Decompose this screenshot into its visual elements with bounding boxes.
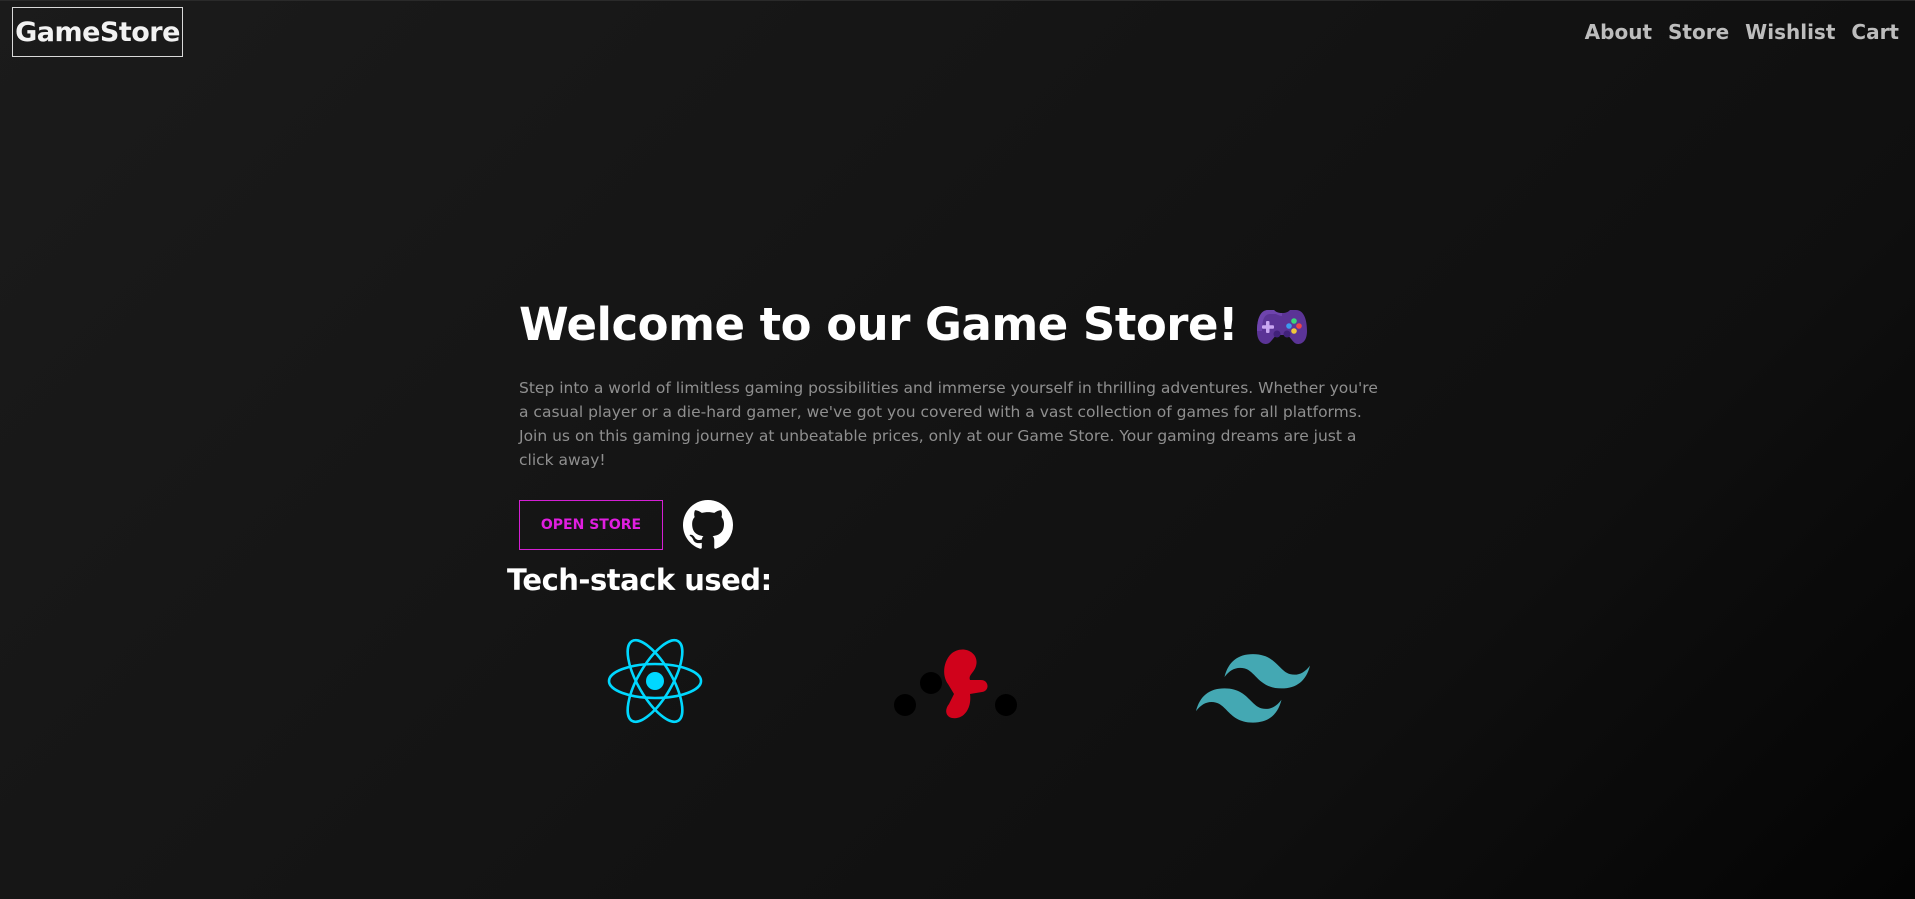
tailwind-icon [1196, 654, 1310, 723]
github-icon[interactable] [683, 500, 733, 550]
tech-stack-title: Tech-stack used: [507, 563, 772, 597]
hero-actions: OPEN STORE [519, 500, 1399, 550]
nav-store-link[interactable]: Store [1668, 20, 1729, 44]
hero-section: Welcome to our Game Store! Step into a w… [519, 298, 1399, 550]
top-divider [0, 0, 1915, 1]
nav-cart-link[interactable]: Cart [1851, 20, 1899, 44]
nav-wishlist-link[interactable]: Wishlist [1745, 20, 1835, 44]
hero-description: Step into a world of limitless gaming po… [519, 379, 1378, 469]
hero-heading: Welcome to our Game Store! [519, 298, 1399, 351]
react-query-icon [894, 649, 1017, 719]
nav-about-link[interactable]: About [1585, 20, 1652, 44]
gamepad-icon [1257, 309, 1307, 344]
site-logo[interactable]: GameStore [12, 7, 183, 57]
main-nav: About Store Wishlist Cart [1585, 20, 1899, 44]
tech-stack-row [600, 636, 1320, 736]
react-icon [607, 638, 703, 724]
open-store-button[interactable]: OPEN STORE [519, 500, 663, 550]
hero-title: Welcome to our Game Store! [519, 298, 1239, 351]
